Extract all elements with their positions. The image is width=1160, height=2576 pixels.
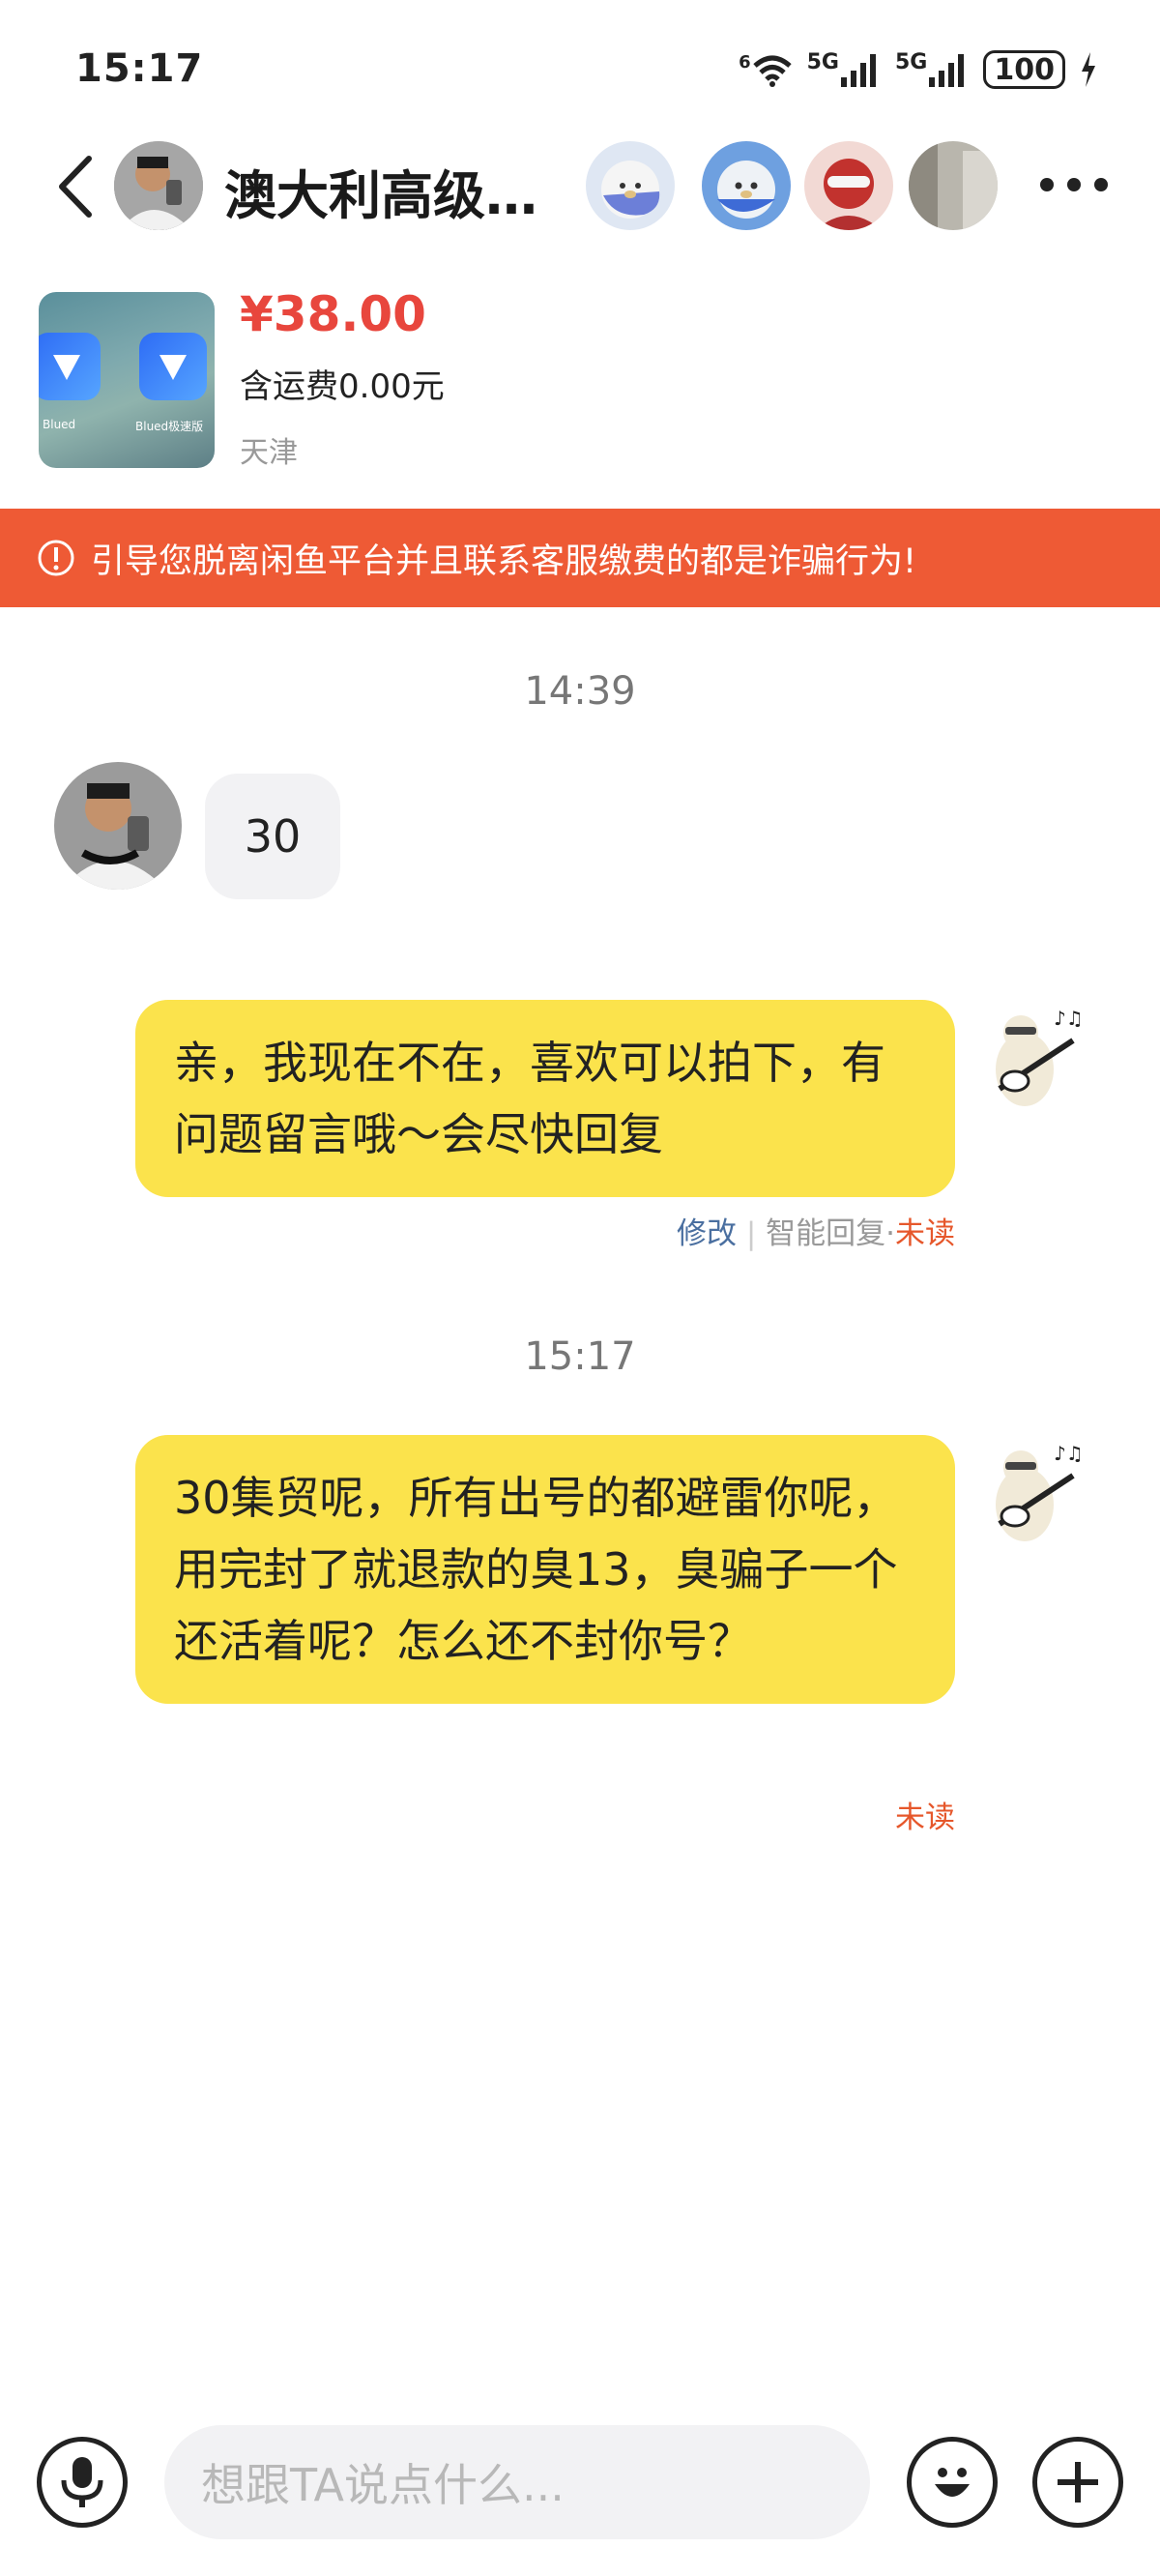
read-status: 未读 <box>895 1216 955 1251</box>
microphone-icon <box>61 2457 103 2507</box>
meta-separator: | <box>745 1216 757 1251</box>
incoming-message-bubble[interactable]: 30 <box>205 774 340 899</box>
warning-icon <box>38 540 74 576</box>
cell-signal-2: 5G <box>895 50 970 89</box>
app-caption: Blued <box>43 418 76 431</box>
message-input[interactable]: 想跟TA说点什么... <box>164 2425 870 2539</box>
dot <box>1094 178 1108 191</box>
blued-fast-app-icon <box>139 333 207 400</box>
wifi-signal-icon <box>752 55 792 87</box>
read-status: 未读 <box>895 1800 955 1835</box>
signal-bars-icon <box>841 54 876 87</box>
seal-cartoon-icon <box>586 141 675 230</box>
smart-reply-label: 智能回复 <box>766 1216 886 1251</box>
message-text: 30集贸呢，所有出号的都避雷你呢，用完封了就退款的臭13，臭骗子一个还活着呢？怎… <box>174 1472 898 1667</box>
edit-link[interactable]: 修改 <box>677 1216 737 1251</box>
emoji-button[interactable] <box>907 2437 998 2528</box>
person-photo-icon <box>114 141 203 230</box>
group-member-avatar[interactable] <box>586 141 675 230</box>
wifi-icon: 6 <box>739 52 794 87</box>
dot <box>1067 178 1081 191</box>
product-price: ¥38.00 <box>240 286 426 342</box>
seal-cartoon-icon <box>702 141 791 230</box>
status-time: 15:17 <box>75 46 204 91</box>
cat-guitar-avatar-icon[interactable]: ♪♫ <box>980 1002 1094 1116</box>
sender-avatar[interactable] <box>54 762 182 890</box>
chevron-left-icon[interactable] <box>54 153 97 220</box>
app-caption: Blued极速版 <box>135 420 204 433</box>
battery-indicator: 100 <box>983 50 1065 89</box>
svg-text:♪♫: ♪♫ <box>1054 1442 1084 1465</box>
plus-icon <box>1058 2462 1098 2503</box>
meta-dot: · <box>885 1216 895 1251</box>
battery-level: 100 <box>994 52 1055 87</box>
svg-text:♪♫: ♪♫ <box>1054 1007 1084 1030</box>
message-timestamp: 15:17 <box>524 1334 636 1379</box>
group-member-avatar[interactable] <box>702 141 791 230</box>
more-dots-icon[interactable] <box>1040 178 1108 193</box>
product-image[interactable]: Blued Blued极速版 <box>39 292 215 468</box>
warning-text: 引导您脱离闲鱼平台并且联系客服缴费的都是诈骗行为! <box>91 542 917 581</box>
group-member-avatar[interactable] <box>804 141 893 230</box>
dot <box>1040 178 1054 191</box>
signal-bars-icon <box>929 54 965 87</box>
product-location: 天津 <box>240 436 298 470</box>
status-icons: 6 5G 5G 100 <box>739 46 1098 93</box>
message-timestamp: 14:39 <box>524 669 636 714</box>
outgoing-message-bubble[interactable]: 30集贸呢，所有出号的都避雷你呢，用完封了就退款的臭13，臭骗子一个还活着呢？怎… <box>135 1435 955 1704</box>
chat-title[interactable]: 澳大利高级… <box>224 153 537 229</box>
message-text: 亲，我现在不在，喜欢可以拍下，有问题留言哦～会尽快回复 <box>174 1037 885 1160</box>
shipping-info: 含运费0.00元 <box>240 367 445 406</box>
net-badge-1: 5G <box>806 50 839 74</box>
more-actions-button[interactable] <box>1032 2437 1123 2528</box>
message-meta: 修改 | 智能回复·未读 <box>677 1209 955 1252</box>
cat-guitar-avatar-icon[interactable]: ♪♫ <box>980 1437 1094 1551</box>
fraud-warning-banner: 引导您脱离闲鱼平台并且联系客服缴费的都是诈骗行为! <box>0 509 1160 607</box>
blued-app-icon <box>39 333 101 400</box>
landscape-photo-icon <box>909 141 998 230</box>
person-photo-icon <box>54 762 182 890</box>
net-badge-wifi: 6 <box>739 52 751 73</box>
outgoing-message-bubble[interactable]: 亲，我现在不在，喜欢可以拍下，有问题留言哦～会尽快回复 <box>135 1000 955 1197</box>
group-member-avatar[interactable] <box>909 141 998 230</box>
cell-signal-1: 5G <box>807 50 882 89</box>
input-placeholder: 想跟TA说点什么... <box>201 2459 565 2511</box>
voice-input-button[interactable] <box>37 2437 128 2528</box>
cartoon-man-icon <box>804 141 893 230</box>
message-text: 30 <box>244 810 302 863</box>
charging-icon <box>1082 52 1095 87</box>
emoji-icon <box>935 2468 970 2497</box>
net-badge-2: 5G <box>895 50 928 74</box>
contact-avatar[interactable] <box>114 141 203 230</box>
